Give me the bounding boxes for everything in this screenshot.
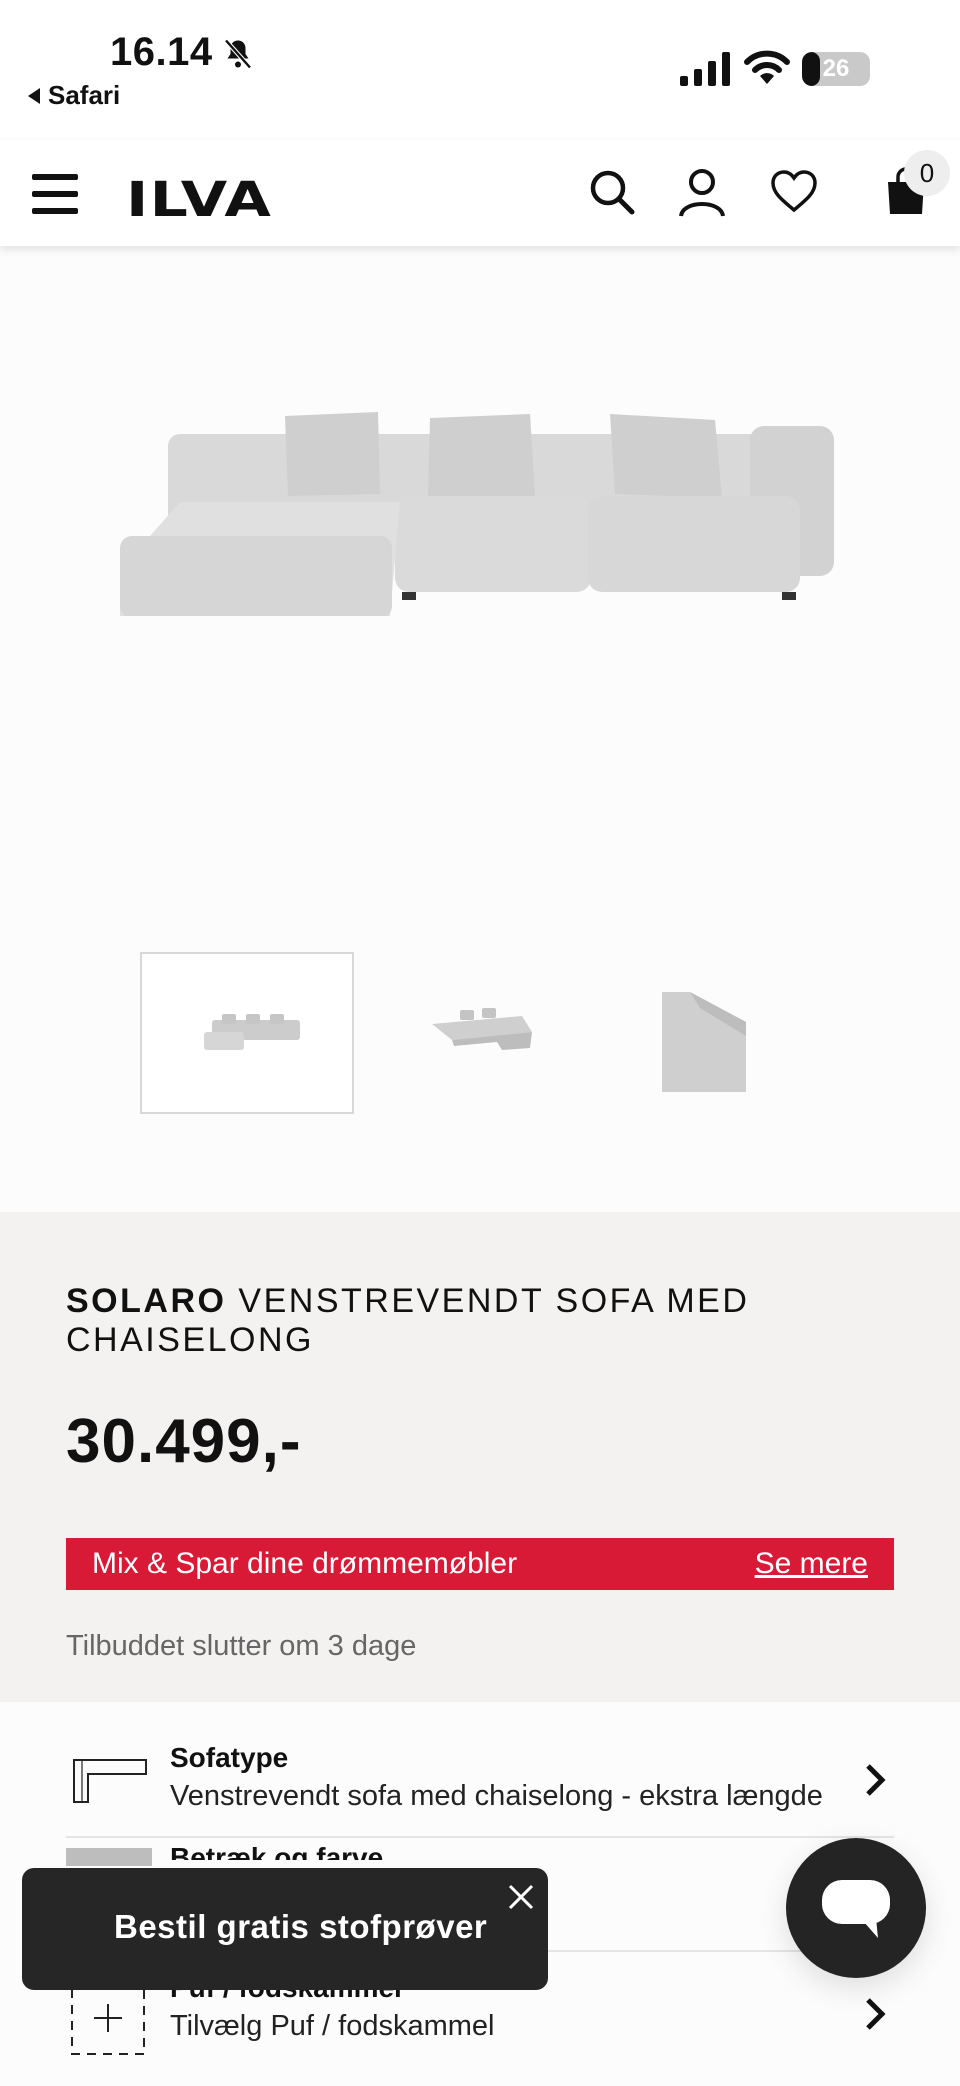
option-title: Betræk og farve <box>170 1842 384 1860</box>
back-app-label: Safari <box>48 80 121 110</box>
status-time: 16.14 <box>110 30 213 74</box>
back-arrow-icon <box>28 87 40 104</box>
promo-banner[interactable]: Mix & Spar dine drømmemøbler Se mere <box>66 1538 894 1590</box>
product-price: 30.499,- <box>66 1407 302 1476</box>
product-info: SOLARO VENSTREVENDT SOFA MED CHAISELONG … <box>0 1212 960 1702</box>
close-icon[interactable] <box>506 1882 536 1912</box>
heart-icon[interactable] <box>768 166 820 218</box>
product-brand: SOLARO <box>66 1282 227 1320</box>
chat-button[interactable] <box>786 1838 926 1978</box>
option-value: Venstrevendt sofa med chaiselong - ekstr… <box>170 1780 823 1812</box>
back-to-safari[interactable]: Safari <box>28 80 120 111</box>
cellular-signal-icon <box>680 52 730 86</box>
product-gallery <box>0 246 960 1212</box>
cart-count-badge: 0 <box>904 150 950 196</box>
option-value: Tilvælg Puf / fodskammel <box>170 2010 495 2042</box>
chevron-right-icon <box>866 1998 886 2030</box>
sofa-detail-thumbnail[interactable] <box>600 952 814 1114</box>
promo-text: Mix & Spar dine drømmemøbler <box>92 1547 518 1580</box>
chat-bubble-icon <box>822 1880 890 1938</box>
battery-level: 26 <box>822 55 850 82</box>
battery-indicator: 26 <box>802 52 870 86</box>
site-header: ILVA 0 <box>0 140 960 246</box>
toast-text: Bestil gratis stofprøver <box>114 1908 488 1945</box>
fabric-sample-toast[interactable]: Bestil gratis stofprøver <box>22 1868 548 1990</box>
sofa-type-icon <box>73 1759 147 1803</box>
bell-muted-icon <box>224 39 252 69</box>
divider <box>66 1836 894 1838</box>
product-main-image[interactable] <box>110 376 850 616</box>
sofa-front-thumbnail[interactable] <box>140 952 354 1114</box>
offer-countdown: Tilbuddet slutter om 3 dage <box>66 1630 417 1662</box>
menu-icon[interactable] <box>32 174 78 214</box>
option-row-sofatype[interactable]: Sofatype Venstrevendt sofa med chaiselon… <box>66 1740 894 1834</box>
product-title: SOLARO VENSTREVENDT SOFA MED CHAISELONG <box>66 1282 960 1360</box>
option-title: Sofatype <box>170 1742 289 1773</box>
status-bar: 16.14 Safari 26 <box>0 0 960 140</box>
promo-link[interactable]: Se mere <box>755 1538 868 1590</box>
ilva-logo[interactable]: ILVA <box>126 172 272 228</box>
chevron-right-icon <box>866 1764 886 1796</box>
wifi-icon <box>744 50 790 84</box>
sofa-angled-thumbnail[interactable] <box>372 952 586 1114</box>
fabric-swatch-image <box>66 1848 152 1866</box>
search-icon[interactable] <box>586 166 638 218</box>
account-icon[interactable] <box>676 166 728 218</box>
add-pouf-icon <box>71 1981 145 2055</box>
